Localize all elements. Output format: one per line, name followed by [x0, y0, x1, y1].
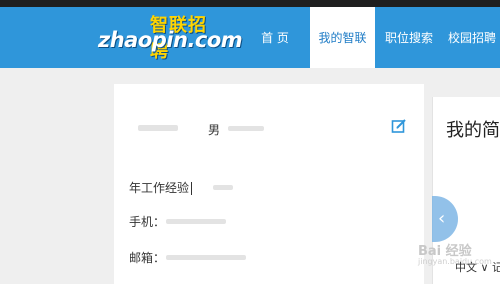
nav-job-search[interactable]: 职位搜索	[378, 7, 440, 68]
phone-label: 手机：	[129, 215, 166, 229]
redacted-email	[166, 255, 246, 260]
language-selector[interactable]: 中文 ∨ 记	[455, 259, 500, 275]
email-label: 邮箱：	[129, 251, 166, 265]
chevron-left-icon: ‹	[438, 208, 446, 229]
redacted-phone	[166, 219, 226, 224]
nav-home[interactable]: 首 页	[246, 7, 304, 68]
resume-title: 我的简	[446, 120, 500, 141]
experience-text: 年工作经验	[129, 181, 190, 195]
nav-my-zhaopin[interactable]: 我的智联	[310, 7, 375, 68]
redacted-age	[228, 126, 264, 131]
edit-icon[interactable]	[391, 118, 407, 134]
nav-campus-recruit[interactable]: 校园招聘	[444, 7, 500, 68]
profile-gender: 男	[208, 123, 221, 137]
text-cursor	[191, 182, 193, 195]
zhaopin-logo[interactable]: 智联招聘 zhaopin.com	[98, 11, 243, 62]
profile-experience: 年工作经验	[129, 179, 193, 196]
top-bar	[0, 0, 500, 7]
redacted-experience	[213, 185, 233, 190]
logo-en-text: zhaopin.com	[98, 28, 243, 52]
left-gutter	[0, 68, 100, 284]
redacted-name	[138, 125, 178, 131]
